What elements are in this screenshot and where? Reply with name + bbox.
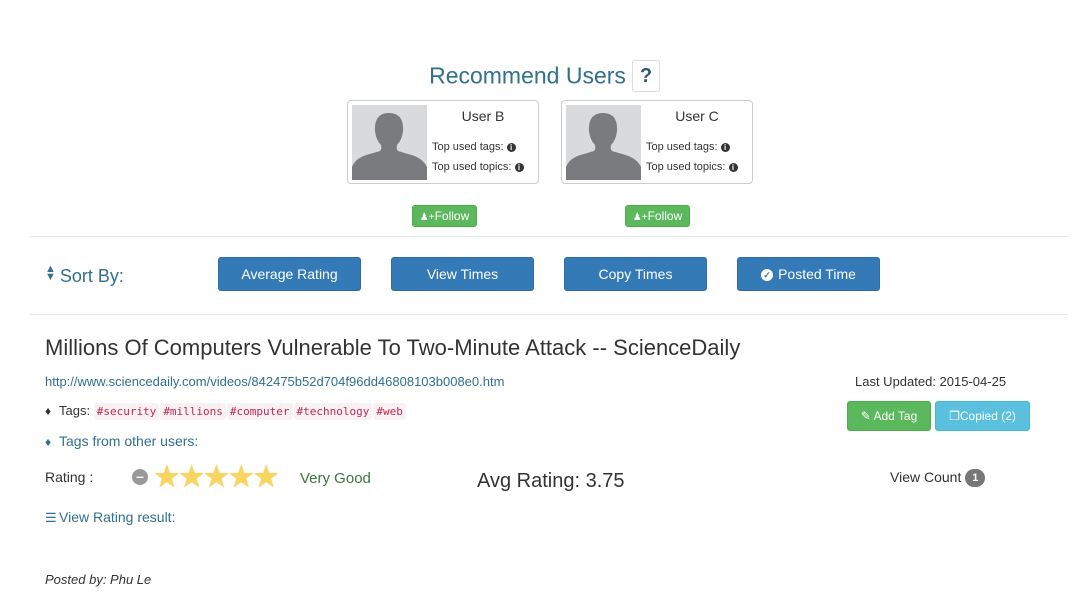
user-name: User C (675, 108, 719, 124)
sort-view-times-button[interactable]: View Times (391, 257, 534, 291)
follow-label: Follow (434, 209, 470, 223)
star-icon[interactable]: ★ (178, 461, 206, 492)
copied-label: Copied (2) (959, 409, 1016, 423)
edit-icon: ✎ (860, 409, 871, 423)
info-icon[interactable]: i (506, 142, 516, 152)
posted-by: Posted by: Phu Le (45, 572, 152, 587)
sort-icon: ▲ ▼ (45, 263, 56, 283)
tag-chip[interactable]: #computer (226, 403, 293, 420)
user-name: User B (461, 108, 505, 124)
star-icon[interactable]: ★ (153, 461, 181, 492)
sort-copy-times-button[interactable]: Copy Times (564, 257, 707, 291)
top-tags-label: Top used tags: (646, 141, 718, 153)
add-tag-label: Add Tag (873, 409, 918, 423)
star-icon[interactable]: ★ (252, 461, 280, 492)
sort-average-rating-button[interactable]: Average Rating (218, 257, 361, 291)
info-icon[interactable]: i (720, 142, 730, 152)
top-topics-label: Top used topics: (432, 161, 512, 173)
top-tags-row: Top used tags: i (646, 141, 730, 153)
article-url-link[interactable]: http://www.sciencedaily.com/videos/84247… (45, 374, 504, 389)
user-card-c: User C Top used tags: i Top used topics: i (561, 100, 753, 184)
top-topics-row: Top used topics: i (432, 161, 524, 173)
tags-icon: ♦ (45, 404, 52, 418)
follow-button-user-b[interactable]: ♟+Follow (412, 205, 477, 227)
user-silhouette-icon (566, 113, 641, 180)
info-icon[interactable]: i (728, 162, 738, 172)
check-circle-icon: ✓ (761, 269, 774, 281)
top-topics-label: Top used topics: (646, 161, 726, 173)
add-user-icon: ♟+ (632, 212, 648, 223)
list-icon: ☰ (45, 510, 57, 525)
view-rating-result-link[interactable]: ☰ View Rating result: (45, 509, 175, 526)
tags-label: Tags: (59, 403, 91, 418)
view-count-label: View Count (890, 469, 962, 485)
last-updated: Last Updated: 2015-04-25 (855, 374, 1007, 389)
top-topics-row: Top used topics: i (646, 161, 738, 173)
tag-chip[interactable]: #web (373, 403, 406, 420)
top-tags-label: Top used tags: (432, 141, 504, 153)
follow-label: Follow (647, 209, 683, 223)
tag-chip[interactable]: #millions (160, 403, 226, 420)
sort-label-text: Sort By: (59, 266, 124, 286)
top-tags-row: Top used tags: i (432, 141, 516, 153)
info-icon[interactable]: i (514, 162, 524, 172)
divider (30, 236, 1068, 237)
tags-row: ♦ Tags: #security #millions #computer #techn… (45, 403, 407, 420)
add-tag-button[interactable]: ✎ Add Tag (847, 401, 931, 431)
tag-chip[interactable]: #technology (293, 403, 373, 420)
sort-posted-time-label: Posted Time (778, 266, 856, 282)
sort-posted-time-button[interactable]: ✓ Posted Time (737, 257, 880, 291)
rating-label: Rating : (45, 469, 94, 485)
help-icon[interactable]: ? (631, 60, 660, 92)
tags-from-other-users-link[interactable]: ♦ Tags from other users: (45, 433, 198, 449)
copied-button[interactable]: ❐Copied (2) (935, 401, 1030, 431)
star-icon[interactable]: ★ (203, 461, 231, 492)
tag-chip[interactable]: #security (93, 403, 160, 420)
other-tags-label: Tags from other users: (59, 433, 199, 449)
avatar (566, 105, 641, 180)
star-icon[interactable]: ★ (227, 461, 255, 492)
avatar (352, 105, 427, 180)
add-user-icon: ♟+ (419, 212, 435, 223)
rating-caption: Very Good (300, 470, 371, 487)
user-silhouette-icon (352, 113, 427, 180)
article-title: Millions Of Computers Vulnerable To Two-… (45, 335, 741, 360)
clear-rating-icon[interactable]: – (132, 469, 148, 485)
copy-icon: ❐ (949, 409, 960, 423)
sort-by-label: ▲ ▼ Sort By: (45, 263, 124, 287)
tags-icon: ♦ (45, 435, 52, 449)
follow-button-user-c[interactable]: ♟+Follow (625, 205, 690, 227)
recommend-title: Recommend Users (429, 62, 626, 89)
user-card-b: User B Top used tags: i Top used topics: i (347, 100, 539, 184)
view-count-badge: 1 (965, 469, 986, 487)
star-rating[interactable]: ★★★★★ (153, 461, 280, 492)
recommend-header: Recommend Users? (0, 60, 1089, 92)
view-rating-label: View Rating result: (59, 509, 176, 525)
average-rating: Avg Rating: 3.75 (477, 470, 625, 492)
divider (30, 314, 1068, 315)
view-count: View Count 1 (890, 469, 986, 487)
